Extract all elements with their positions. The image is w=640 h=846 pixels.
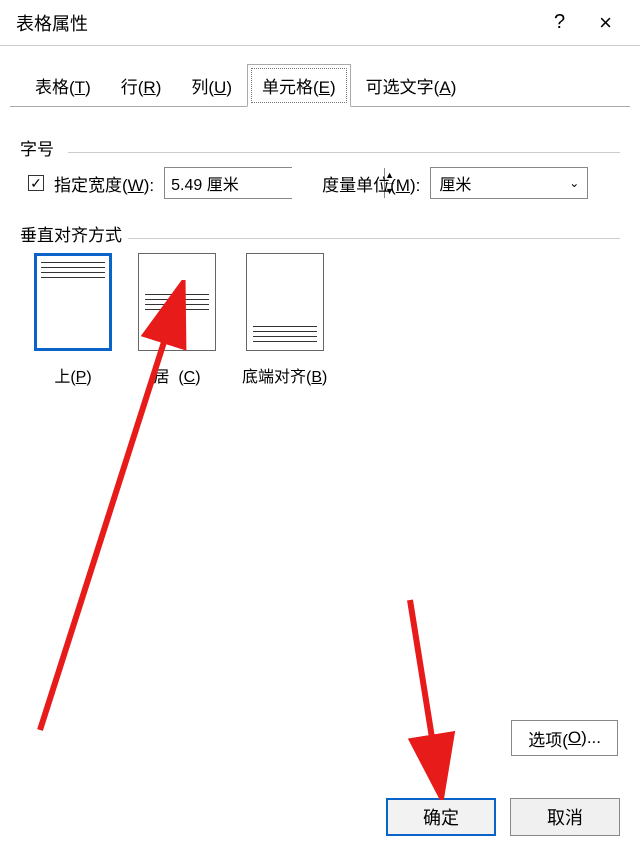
- valign-options: 上(P) 居 (C) 底端对齐(B): [34, 253, 620, 387]
- valign-bottom-item: 底端对齐(B): [242, 253, 327, 387]
- options-button[interactable]: 选项(O)...: [511, 720, 618, 756]
- unit-label: 度量单位(M):: [322, 171, 420, 196]
- tab-alttext[interactable]: 可选文字(A): [351, 64, 472, 107]
- valign-bottom-button[interactable]: [246, 253, 324, 351]
- chevron-down-icon: ⌄: [569, 176, 579, 190]
- close-button[interactable]: ×: [587, 10, 624, 36]
- tab-column[interactable]: 列(U): [176, 64, 247, 107]
- tab-table[interactable]: 表格(T): [20, 64, 106, 107]
- content-area: 字号 ✓ 指定宽度(W): ▲ ▼ 度量单位(M): 厘米 ⌄ 垂直对齐方式: [0, 107, 640, 387]
- width-spinner[interactable]: ▲ ▼: [164, 167, 292, 199]
- valign-group-label: 垂直对齐方式: [20, 221, 122, 246]
- size-group-label: 字号: [20, 135, 54, 160]
- tab-cell[interactable]: 单元格(E): [247, 64, 351, 107]
- valign-center-label: 居 (C): [153, 363, 200, 387]
- footer: 确定 取消: [0, 798, 640, 836]
- unit-value: 厘米: [439, 171, 471, 195]
- help-button[interactable]: ?: [532, 11, 587, 34]
- valign-top-item: 上(P): [34, 253, 112, 387]
- size-group: 字号 ✓ 指定宽度(W): ▲ ▼ 度量单位(M): 厘米 ⌄: [20, 135, 620, 199]
- valign-center-button[interactable]: [138, 253, 216, 351]
- valign-top-label: 上(P): [54, 363, 91, 387]
- valign-center-item: 居 (C): [138, 253, 216, 387]
- valign-top-button[interactable]: [34, 253, 112, 351]
- width-label: 指定宽度(W):: [54, 171, 154, 196]
- dialog-title: 表格属性: [16, 10, 532, 36]
- unit-select[interactable]: 厘米 ⌄: [430, 167, 588, 199]
- tab-row[interactable]: 行(R): [106, 64, 177, 107]
- titlebar: 表格属性 ? ×: [0, 0, 640, 46]
- tab-bar: 表格(T) 行(R) 列(U) 单元格(E) 可选文字(A): [0, 46, 640, 107]
- size-row: ✓ 指定宽度(W): ▲ ▼ 度量单位(M): 厘米 ⌄: [28, 167, 620, 199]
- valign-bottom-label: 底端对齐(B): [242, 363, 327, 387]
- ok-button[interactable]: 确定: [386, 798, 496, 836]
- annotation-arrow-2: [400, 590, 480, 800]
- cancel-button[interactable]: 取消: [510, 798, 620, 836]
- width-checkbox[interactable]: ✓: [28, 175, 44, 191]
- valign-group: 垂直对齐方式 上(P) 居 (C): [20, 221, 620, 387]
